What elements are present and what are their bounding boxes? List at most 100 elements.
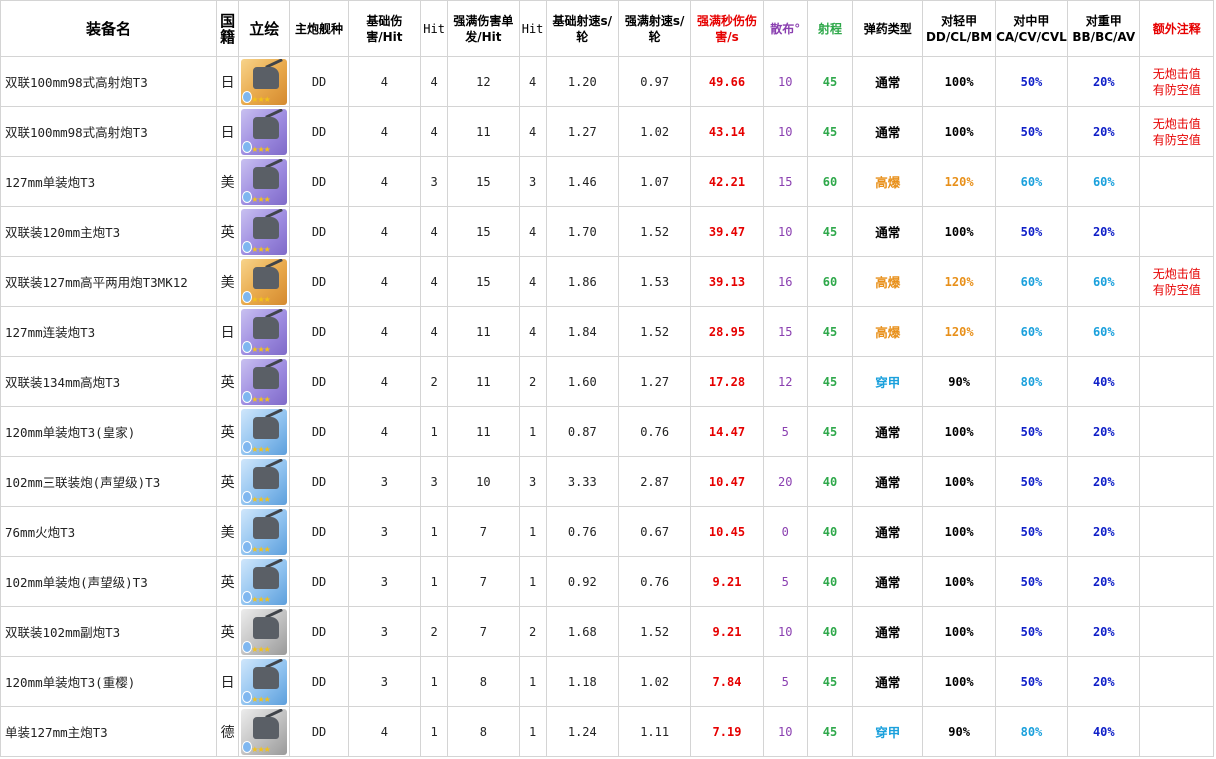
hit-count: 1 — [518, 706, 547, 757]
equipment-art: ★★★ — [238, 456, 291, 507]
ammo-type: 通常 — [852, 556, 924, 607]
vs-heavy-armor: 40% — [1067, 356, 1141, 407]
equipment-name: 双联100mm98式高射炮T3 — [0, 56, 218, 107]
hit-count: 4 — [518, 256, 547, 307]
extra-note — [1139, 206, 1214, 257]
vs-light-armor: 100% — [922, 106, 996, 157]
dps-value: 17.28 — [690, 356, 764, 407]
nation: 日 — [216, 656, 240, 707]
vs-light-armor: 120% — [922, 306, 996, 357]
vs-heavy-armor: 20% — [1067, 656, 1141, 707]
max-damage: 11 — [447, 306, 520, 357]
max-damage: 10 — [447, 456, 520, 507]
hit-count: 3 — [518, 456, 547, 507]
table-row: 双联装102mm副炮T3 英 ★★★ DD 3 2 7 2 1.68 1.52 9.21 10 40 通常… — [0, 606, 1214, 657]
ship-type: DD — [289, 606, 349, 657]
table-row: 127mm单装炮T3 美 ★★★ DD 4 3 15 3 1.46 1.07 42.21 15 60 高爆… — [0, 156, 1214, 207]
extra-note — [1139, 306, 1214, 357]
max-rate: 1.07 — [617, 156, 692, 207]
dps-value: 10.45 — [690, 506, 764, 557]
equipment-art: ★★★ — [238, 356, 291, 407]
equipment-art: ★★★ — [238, 506, 291, 557]
max-rate: 0.67 — [617, 506, 692, 557]
base-rate: 0.76 — [545, 506, 619, 557]
range-value: 45 — [806, 356, 854, 407]
base-damage: 4 — [347, 56, 422, 107]
max-rate: 1.02 — [617, 656, 692, 707]
gun-turret-icon: ★★★ — [241, 708, 288, 755]
max-rate: 1.52 — [617, 206, 692, 257]
max-rate: 0.97 — [617, 56, 692, 107]
base-rate: 1.18 — [545, 656, 619, 707]
range-value: 40 — [806, 556, 854, 607]
vs-medium-armor: 50% — [994, 506, 1069, 557]
vs-medium-armor: 50% — [994, 456, 1069, 507]
gun-turret-icon: ★★★ — [241, 658, 288, 705]
vs-light-armor: 100% — [922, 656, 996, 707]
range-value: 45 — [806, 56, 854, 107]
dps-value: 39.13 — [690, 256, 764, 307]
table-row: 双联装127mm高平两用炮T3MK12 美 ★★★ DD 4 4 15 4 1.86 1.53 39… — [0, 256, 1214, 307]
equipment-name: 127mm连装炮T3 — [0, 306, 218, 357]
gun-turret-icon: ★★★ — [241, 108, 288, 155]
header-base-rate: 基础射速s/轮 — [545, 0, 619, 57]
spread-value: 0 — [762, 506, 808, 557]
ammo-type: 通常 — [852, 656, 924, 707]
extra-note: 无炮击值 有防空值 — [1139, 56, 1214, 107]
base-damage: 4 — [347, 106, 422, 157]
ammo-type: 高爆 — [852, 306, 924, 357]
nation: 英 — [216, 456, 240, 507]
max-rate: 1.02 — [617, 106, 692, 157]
vs-medium-armor: 80% — [994, 706, 1069, 757]
extra-note — [1139, 506, 1214, 557]
dps-value: 9.21 — [690, 556, 764, 607]
table-row: 双联100mm98式高射炮T3 日 ★★★ DD 4 4 11 4 1.27 1.02 43.14 1… — [0, 106, 1214, 157]
equipment-name: 102mm单装炮(声望级)T3 — [0, 556, 218, 607]
base-rate: 0.92 — [545, 556, 619, 607]
extra-note — [1139, 556, 1214, 607]
vs-light-armor: 90% — [922, 706, 996, 757]
range-value: 45 — [806, 706, 854, 757]
max-damage: 15 — [447, 156, 520, 207]
header-hit: Hit — [518, 0, 547, 57]
hit-count: 4 — [420, 106, 449, 157]
vs-heavy-armor: 60% — [1067, 156, 1141, 207]
equipment-name: 120mm单装炮T3(重樱) — [0, 656, 218, 707]
vs-medium-armor: 50% — [994, 406, 1069, 457]
spread-value: 10 — [762, 606, 808, 657]
equipment-art: ★★★ — [238, 106, 291, 157]
equipment-name: 120mm单装炮T3(皇家) — [0, 406, 218, 457]
ammo-type: 穿甲 — [852, 706, 924, 757]
ammo-type: 通常 — [852, 106, 924, 157]
nation: 美 — [216, 156, 240, 207]
nation: 德 — [216, 706, 240, 757]
vs-medium-armor: 60% — [994, 306, 1069, 357]
range-value: 45 — [806, 106, 854, 157]
vs-medium-armor: 60% — [994, 156, 1069, 207]
max-rate: 0.76 — [617, 556, 692, 607]
base-rate: 1.46 — [545, 156, 619, 207]
vs-heavy-armor: 20% — [1067, 206, 1141, 257]
nation: 美 — [216, 256, 240, 307]
header-ammo: 弹药类型 — [852, 0, 924, 57]
equipment-name: 双联100mm98式高射炮T3 — [0, 106, 218, 157]
hit-count: 1 — [518, 506, 547, 557]
base-damage: 4 — [347, 406, 422, 457]
vs-light-armor: 100% — [922, 56, 996, 107]
header-hit: Hit — [420, 0, 449, 57]
vs-light-armor: 100% — [922, 206, 996, 257]
extra-note — [1139, 156, 1214, 207]
table-row: 双联100mm98式高射炮T3 日 ★★★ DD 4 4 12 4 1.20 0.97 49.66 1… — [0, 56, 1214, 107]
dps-value: 7.19 — [690, 706, 764, 757]
spread-value: 5 — [762, 556, 808, 607]
equipment-name: 双联装127mm高平两用炮T3MK12 — [0, 256, 218, 307]
base-rate: 1.68 — [545, 606, 619, 657]
range-value: 40 — [806, 606, 854, 657]
max-damage: 8 — [447, 706, 520, 757]
vs-light-armor: 100% — [922, 606, 996, 657]
table-row: 127mm连装炮T3 日 ★★★ DD 4 4 11 4 1.84 1.52 28.95 15 45 高爆… — [0, 306, 1214, 357]
vs-medium-armor: 50% — [994, 556, 1069, 607]
nation: 英 — [216, 356, 240, 407]
ship-type: DD — [289, 406, 349, 457]
vs-light-armor: 100% — [922, 406, 996, 457]
